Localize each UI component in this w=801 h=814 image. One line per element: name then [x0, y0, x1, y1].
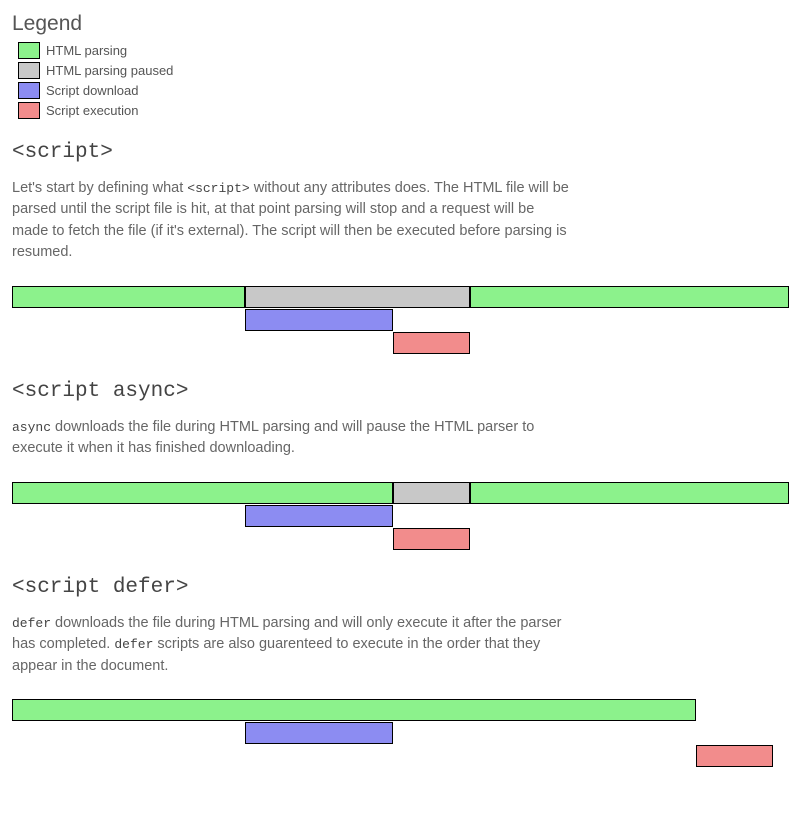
inline-code: <script>	[187, 181, 249, 196]
section-title: <script async>	[12, 380, 789, 403]
section-title: <script>	[12, 141, 789, 164]
timeline	[12, 286, 789, 358]
legend-swatch	[18, 62, 40, 79]
legend-items: HTML parsing HTML parsing paused Script do…	[12, 42, 789, 119]
inline-code: async	[12, 420, 51, 435]
bar-html-parsing	[470, 286, 789, 308]
bar-html-parsing	[470, 482, 789, 504]
section-description: Let's start by defining what <script> wi…	[12, 178, 572, 264]
legend-item: Script execution	[12, 102, 789, 119]
legend-swatch	[18, 42, 40, 59]
legend-label: Script execution	[46, 103, 139, 118]
section-script-plain: <script>Let's start by defining what <sc…	[12, 141, 789, 358]
bar-html-parsing-paused	[245, 286, 470, 308]
bar-script-download	[245, 309, 393, 331]
section-description: defer downloads the file during HTML par…	[12, 613, 572, 677]
legend-swatch	[18, 102, 40, 119]
timeline	[12, 482, 789, 554]
bar-html-parsing	[12, 699, 696, 721]
timeline	[12, 699, 789, 771]
bar-html-parsing	[12, 286, 245, 308]
legend-label: HTML parsing paused	[46, 63, 173, 78]
inline-code: defer	[114, 637, 153, 652]
legend-item: HTML parsing paused	[12, 62, 789, 79]
bar-script-execution	[393, 528, 471, 550]
legend-item: Script download	[12, 82, 789, 99]
sections-container: <script>Let's start by defining what <sc…	[12, 141, 789, 771]
inline-code: defer	[12, 616, 51, 631]
section-script-async: <script async> async downloads the file d…	[12, 380, 789, 554]
section-description: async downloads the file during HTML par…	[12, 417, 572, 460]
legend: Legend HTML parsing HTML parsing paused Sc…	[12, 12, 789, 119]
legend-label: Script download	[46, 83, 139, 98]
legend-swatch	[18, 82, 40, 99]
bar-script-download	[245, 722, 393, 744]
bar-html-parsing-paused	[393, 482, 471, 504]
section-title: <script defer>	[12, 576, 789, 599]
legend-label: HTML parsing	[46, 43, 127, 58]
bar-html-parsing	[12, 482, 393, 504]
legend-item: HTML parsing	[12, 42, 789, 59]
section-script-defer: <script defer> defer downloads the file d…	[12, 576, 789, 771]
bar-script-download	[245, 505, 393, 527]
bar-script-execution	[393, 332, 471, 354]
bar-script-execution	[696, 745, 774, 767]
legend-title: Legend	[12, 12, 789, 36]
